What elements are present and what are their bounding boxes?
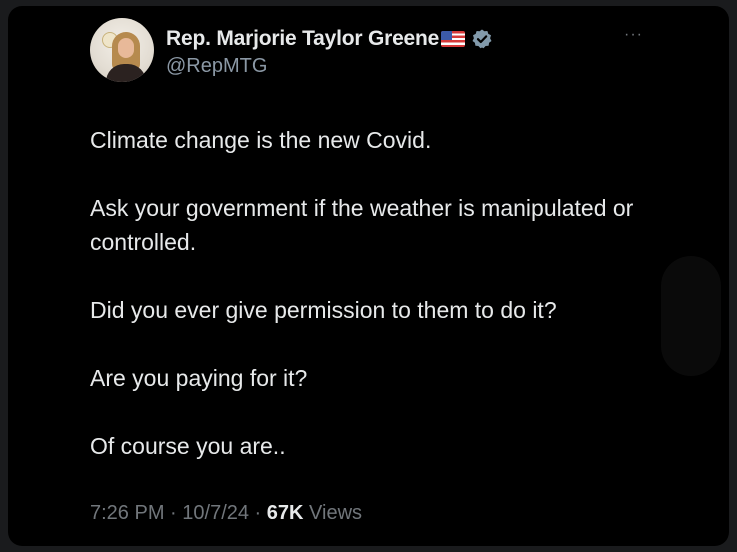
tweet-paragraph: Did you ever give permission to them to … bbox=[90, 297, 557, 323]
meta-separator: · bbox=[249, 502, 267, 524]
views-count[interactable]: 67K bbox=[267, 502, 304, 524]
tweet-date[interactable]: 10/7/24 bbox=[182, 502, 249, 524]
tweet-frame: Rep. Marjorie Taylor Greene @RepMTG ··· … bbox=[8, 6, 729, 546]
tweet-card: Rep. Marjorie Taylor Greene @RepMTG ··· … bbox=[8, 6, 729, 546]
tweet-paragraph: Are you paying for it? bbox=[90, 365, 308, 391]
display-name[interactable]: Rep. Marjorie Taylor Greene bbox=[166, 27, 439, 51]
tweet-time[interactable]: 7:26 PM bbox=[90, 502, 164, 524]
us-flag-icon bbox=[441, 31, 466, 47]
avatar[interactable] bbox=[90, 18, 154, 82]
tweet-text: Climate change is the new Covid. Ask you… bbox=[90, 123, 650, 497]
tweet-meta: 7:26 PM · 10/7/24 · 67K Views bbox=[90, 502, 362, 525]
tweet-paragraph: Climate change is the new Covid. bbox=[90, 127, 432, 153]
tweet-paragraph: Of course you are.. bbox=[90, 433, 286, 459]
meta-separator: · bbox=[164, 502, 183, 524]
verified-badge-icon bbox=[472, 29, 492, 49]
avatar-face bbox=[118, 38, 134, 58]
more-options-button[interactable]: ··· bbox=[624, 26, 643, 44]
tweet-paragraph: Ask your government if the weather is ma… bbox=[90, 195, 634, 255]
author-handle[interactable]: @RepMTG bbox=[166, 55, 267, 78]
author-name-row[interactable]: Rep. Marjorie Taylor Greene bbox=[166, 26, 493, 52]
views-label[interactable]: Views bbox=[309, 502, 362, 524]
